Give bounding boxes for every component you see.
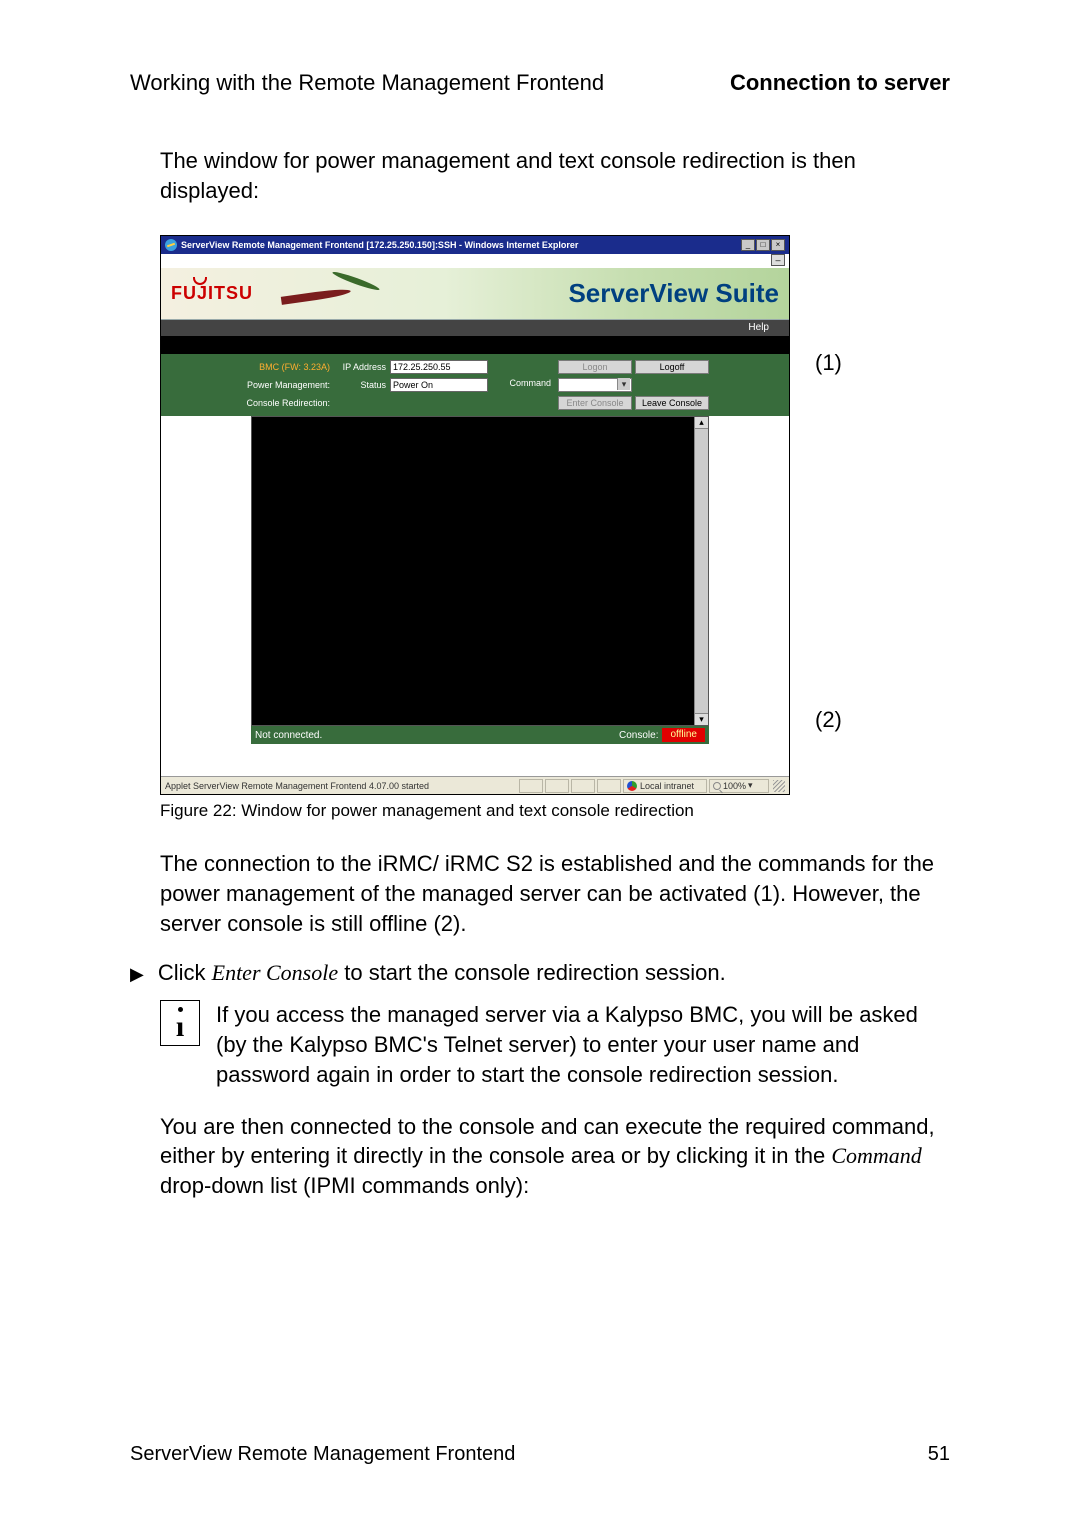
status-cell <box>545 779 569 793</box>
help-link[interactable]: Help <box>748 320 769 336</box>
command-dropdown-name: Command <box>831 1143 921 1168</box>
leave-console-button[interactable]: Leave Console <box>635 396 709 410</box>
ie-icon <box>165 239 177 251</box>
ip-address-label: IP Address <box>336 362 390 372</box>
paragraph-connection: The connection to the iRMC/ iRMC S2 is e… <box>160 849 950 938</box>
footer-title: ServerView Remote Management Frontend <box>130 1443 515 1466</box>
console-status-value: offline <box>662 728 705 742</box>
security-zone-text: Local intranet <box>640 781 694 791</box>
note-text: If you access the managed server via a K… <box>216 1000 950 1089</box>
terminal-scrollbar[interactable] <box>694 417 708 725</box>
black-strip <box>161 336 789 354</box>
paragraph-final: You are then connected to the console an… <box>160 1112 950 1201</box>
zoom-value: 100% <box>723 781 746 791</box>
running-header-left: Working with the Remote Management Front… <box>130 70 604 96</box>
zoom-dropdown-icon: ▾ <box>748 780 753 791</box>
enter-console-command: Enter Console <box>212 960 339 985</box>
collapse-button[interactable]: – <box>771 254 785 266</box>
status-field: Power On <box>390 378 488 392</box>
instruction-text: Click Enter Console to start the console… <box>158 960 726 986</box>
callout-2: (2) <box>815 707 842 733</box>
fujitsu-logo: FUJITSU <box>171 283 253 304</box>
intranet-icon <box>627 781 637 791</box>
suite-title: ServerView Suite <box>568 278 779 309</box>
figure-caption: Figure 22: Window for power management a… <box>160 801 950 821</box>
running-header-right: Connection to server <box>730 70 950 96</box>
status-cell <box>519 779 543 793</box>
command-select[interactable] <box>558 378 632 392</box>
screenshot-figure: ServerView Remote Management Frontend [1… <box>160 235 790 795</box>
bmc-label: BMC (FW: 3.23A) <box>161 362 336 372</box>
intro-paragraph: The window for power management and text… <box>160 146 950 205</box>
maximize-button[interactable]: □ <box>756 239 770 251</box>
instruction-bullet-icon: ▶ <box>130 960 144 988</box>
status-cell <box>571 779 595 793</box>
console-redirection-label: Console Redirection: <box>161 398 336 408</box>
enter-console-button[interactable]: Enter Console <box>558 396 632 410</box>
brand-banner: FUJITSU ServerView Suite <box>161 268 789 320</box>
console-terminal[interactable] <box>251 416 709 726</box>
connection-status-text: Not connected. <box>255 730 322 741</box>
info-icon: ı <box>160 1000 200 1046</box>
zoom-control[interactable]: 100% ▾ <box>709 779 769 793</box>
help-bar: Help <box>161 320 789 336</box>
page-number: 51 <box>928 1443 950 1466</box>
applet-status-bar: Not connected. Console: offline <box>251 726 709 744</box>
callout-1: (1) <box>815 350 842 376</box>
security-zone: Local intranet <box>623 779 707 793</box>
ip-address-field[interactable]: 172.25.250.55 <box>390 360 488 374</box>
control-area: BMC (FW: 3.23A) IP Address 172.25.250.55… <box>161 354 789 416</box>
banner-swirl-graphic <box>281 274 401 314</box>
minimize-button[interactable]: _ <box>741 239 755 251</box>
status-label: Status <box>336 380 390 390</box>
close-button[interactable]: × <box>771 239 785 251</box>
resize-grip-icon[interactable] <box>773 780 785 792</box>
console-status-label: Console: <box>619 730 658 741</box>
window-title: ServerView Remote Management Frontend [1… <box>181 240 578 250</box>
command-label: Command <box>509 378 555 392</box>
power-management-label: Power Management: <box>161 380 336 390</box>
window-titlebar: ServerView Remote Management Frontend [1… <box>161 236 789 254</box>
status-cell <box>597 779 621 793</box>
logoff-button[interactable]: Logoff <box>635 360 709 374</box>
zoom-icon <box>713 782 721 790</box>
applet-started-text: Applet ServerView Remote Management Fron… <box>165 781 429 791</box>
logon-button[interactable]: Logon <box>558 360 632 374</box>
browser-status-bar: Applet ServerView Remote Management Fron… <box>161 776 789 794</box>
